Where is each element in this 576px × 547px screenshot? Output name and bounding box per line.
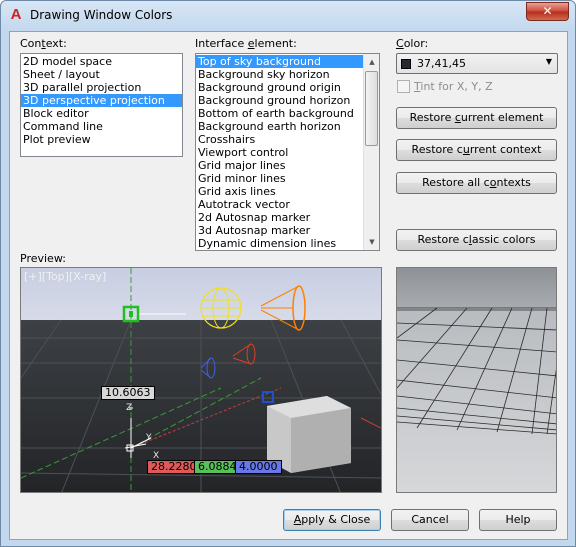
interface-element-label: Interface element: bbox=[195, 37, 297, 50]
interface-element-list-item[interactable]: Viewport control bbox=[196, 146, 364, 159]
interface-element-list-item[interactable]: Dynamic dimension lines bbox=[196, 237, 364, 250]
interface-element-list-item[interactable]: Grid major lines bbox=[196, 159, 364, 172]
color-label: Color: bbox=[396, 37, 429, 50]
scroll-down-icon[interactable]: ▼ bbox=[364, 234, 379, 250]
scroll-up-icon[interactable]: ▲ bbox=[364, 54, 379, 70]
cancel-button[interactable]: Cancel bbox=[391, 509, 469, 531]
dialog-window: A Drawing Window Colors ✕ Context: 2D mo… bbox=[0, 0, 576, 547]
axis-y-label: Y bbox=[146, 433, 152, 443]
interface-element-list-item[interactable]: Autotrack vector bbox=[196, 198, 364, 211]
chevron-down-icon: ▼ bbox=[545, 57, 552, 66]
coord-y-value: 6.0884 bbox=[194, 460, 241, 474]
context-label: Context: bbox=[20, 37, 67, 50]
interface-element-list-item[interactable]: Background sky horizon bbox=[196, 68, 364, 81]
interface-element-list-item[interactable]: Crosshairs bbox=[196, 133, 364, 146]
color-dropdown[interactable]: 37,41,45 ▼ bbox=[396, 53, 558, 74]
context-listbox[interactable]: 2D model space Sheet / layout 3D parallel … bbox=[20, 53, 183, 157]
coord-x-value: 28.2280 bbox=[147, 460, 201, 474]
interface-element-list-item[interactable]: Bottom of earth background bbox=[196, 107, 364, 120]
tint-xyz-checkbox[interactable] bbox=[397, 80, 410, 93]
restore-classic-colors-button[interactable]: Restore classic colors bbox=[396, 229, 557, 251]
interface-element-list-item[interactable]: 2d Autosnap marker bbox=[196, 211, 364, 224]
viewport-label: [+][Top][X-ray] bbox=[24, 270, 107, 283]
context-list-item[interactable]: Plot preview bbox=[21, 133, 182, 146]
dimension-value: 10.6063 bbox=[101, 386, 155, 400]
window-title: Drawing Window Colors bbox=[30, 8, 173, 22]
title-bar[interactable]: A Drawing Window Colors ✕ bbox=[1, 1, 575, 31]
restore-all-contexts-button[interactable]: Restore all contexts bbox=[396, 172, 557, 194]
interface-element-list-item[interactable]: Grid minor lines bbox=[196, 172, 364, 185]
apply-close-button[interactable]: Apply & Close bbox=[283, 509, 381, 531]
interface-element-listbox[interactable]: Top of sky background Background sky hori… bbox=[195, 53, 380, 251]
interface-element-list-item[interactable]: Background ground origin bbox=[196, 81, 364, 94]
interface-element-list-item[interactable]: 3d Autosnap marker bbox=[196, 224, 364, 237]
tint-xyz-label: Tint for X, Y, Z bbox=[414, 80, 493, 93]
preview-label: Preview: bbox=[20, 252, 66, 265]
interface-element-list-item[interactable]: Top of sky background bbox=[196, 55, 364, 68]
autocad-logo-icon: A bbox=[10, 6, 22, 23]
context-list-item[interactable]: 2D model space bbox=[21, 55, 182, 68]
axis-z-label: Z bbox=[126, 403, 133, 413]
color-value: 37,41,45 bbox=[417, 57, 466, 70]
restore-current-element-button[interactable]: Restore current element bbox=[396, 107, 557, 129]
main-preview: [+][Top][X-ray] 10.6063 Z Y X 28.2280 6.… bbox=[20, 267, 382, 493]
color-swatch bbox=[401, 59, 411, 69]
interface-element-list-item[interactable]: Background ground horizon bbox=[196, 94, 364, 107]
scroll-thumb[interactable] bbox=[365, 71, 378, 146]
restore-current-context-button[interactable]: Restore current context bbox=[396, 139, 557, 161]
context-list-item[interactable]: Block editor bbox=[21, 107, 182, 120]
help-button[interactable]: Help bbox=[479, 509, 557, 531]
coord-z-value: 4.0000 bbox=[235, 460, 282, 474]
context-list-item[interactable]: Sheet / layout bbox=[21, 68, 182, 81]
close-button[interactable]: ✕ bbox=[526, 2, 569, 21]
interface-element-list-item[interactable]: Background earth horizon bbox=[196, 120, 364, 133]
side-preview bbox=[396, 267, 557, 493]
context-list-item[interactable]: 3D parallel projection bbox=[21, 81, 182, 94]
interface-element-scrollbar[interactable]: ▲ ▼ bbox=[363, 54, 379, 250]
context-list-item[interactable]: 3D perspective projection bbox=[21, 94, 182, 107]
close-icon: ✕ bbox=[542, 4, 553, 18]
context-list-item[interactable]: Command line bbox=[21, 120, 182, 133]
interface-element-list-item[interactable]: Grid axis lines bbox=[196, 185, 364, 198]
dialog-client-area: Context: 2D model space Sheet / layout 3D … bbox=[9, 31, 568, 540]
